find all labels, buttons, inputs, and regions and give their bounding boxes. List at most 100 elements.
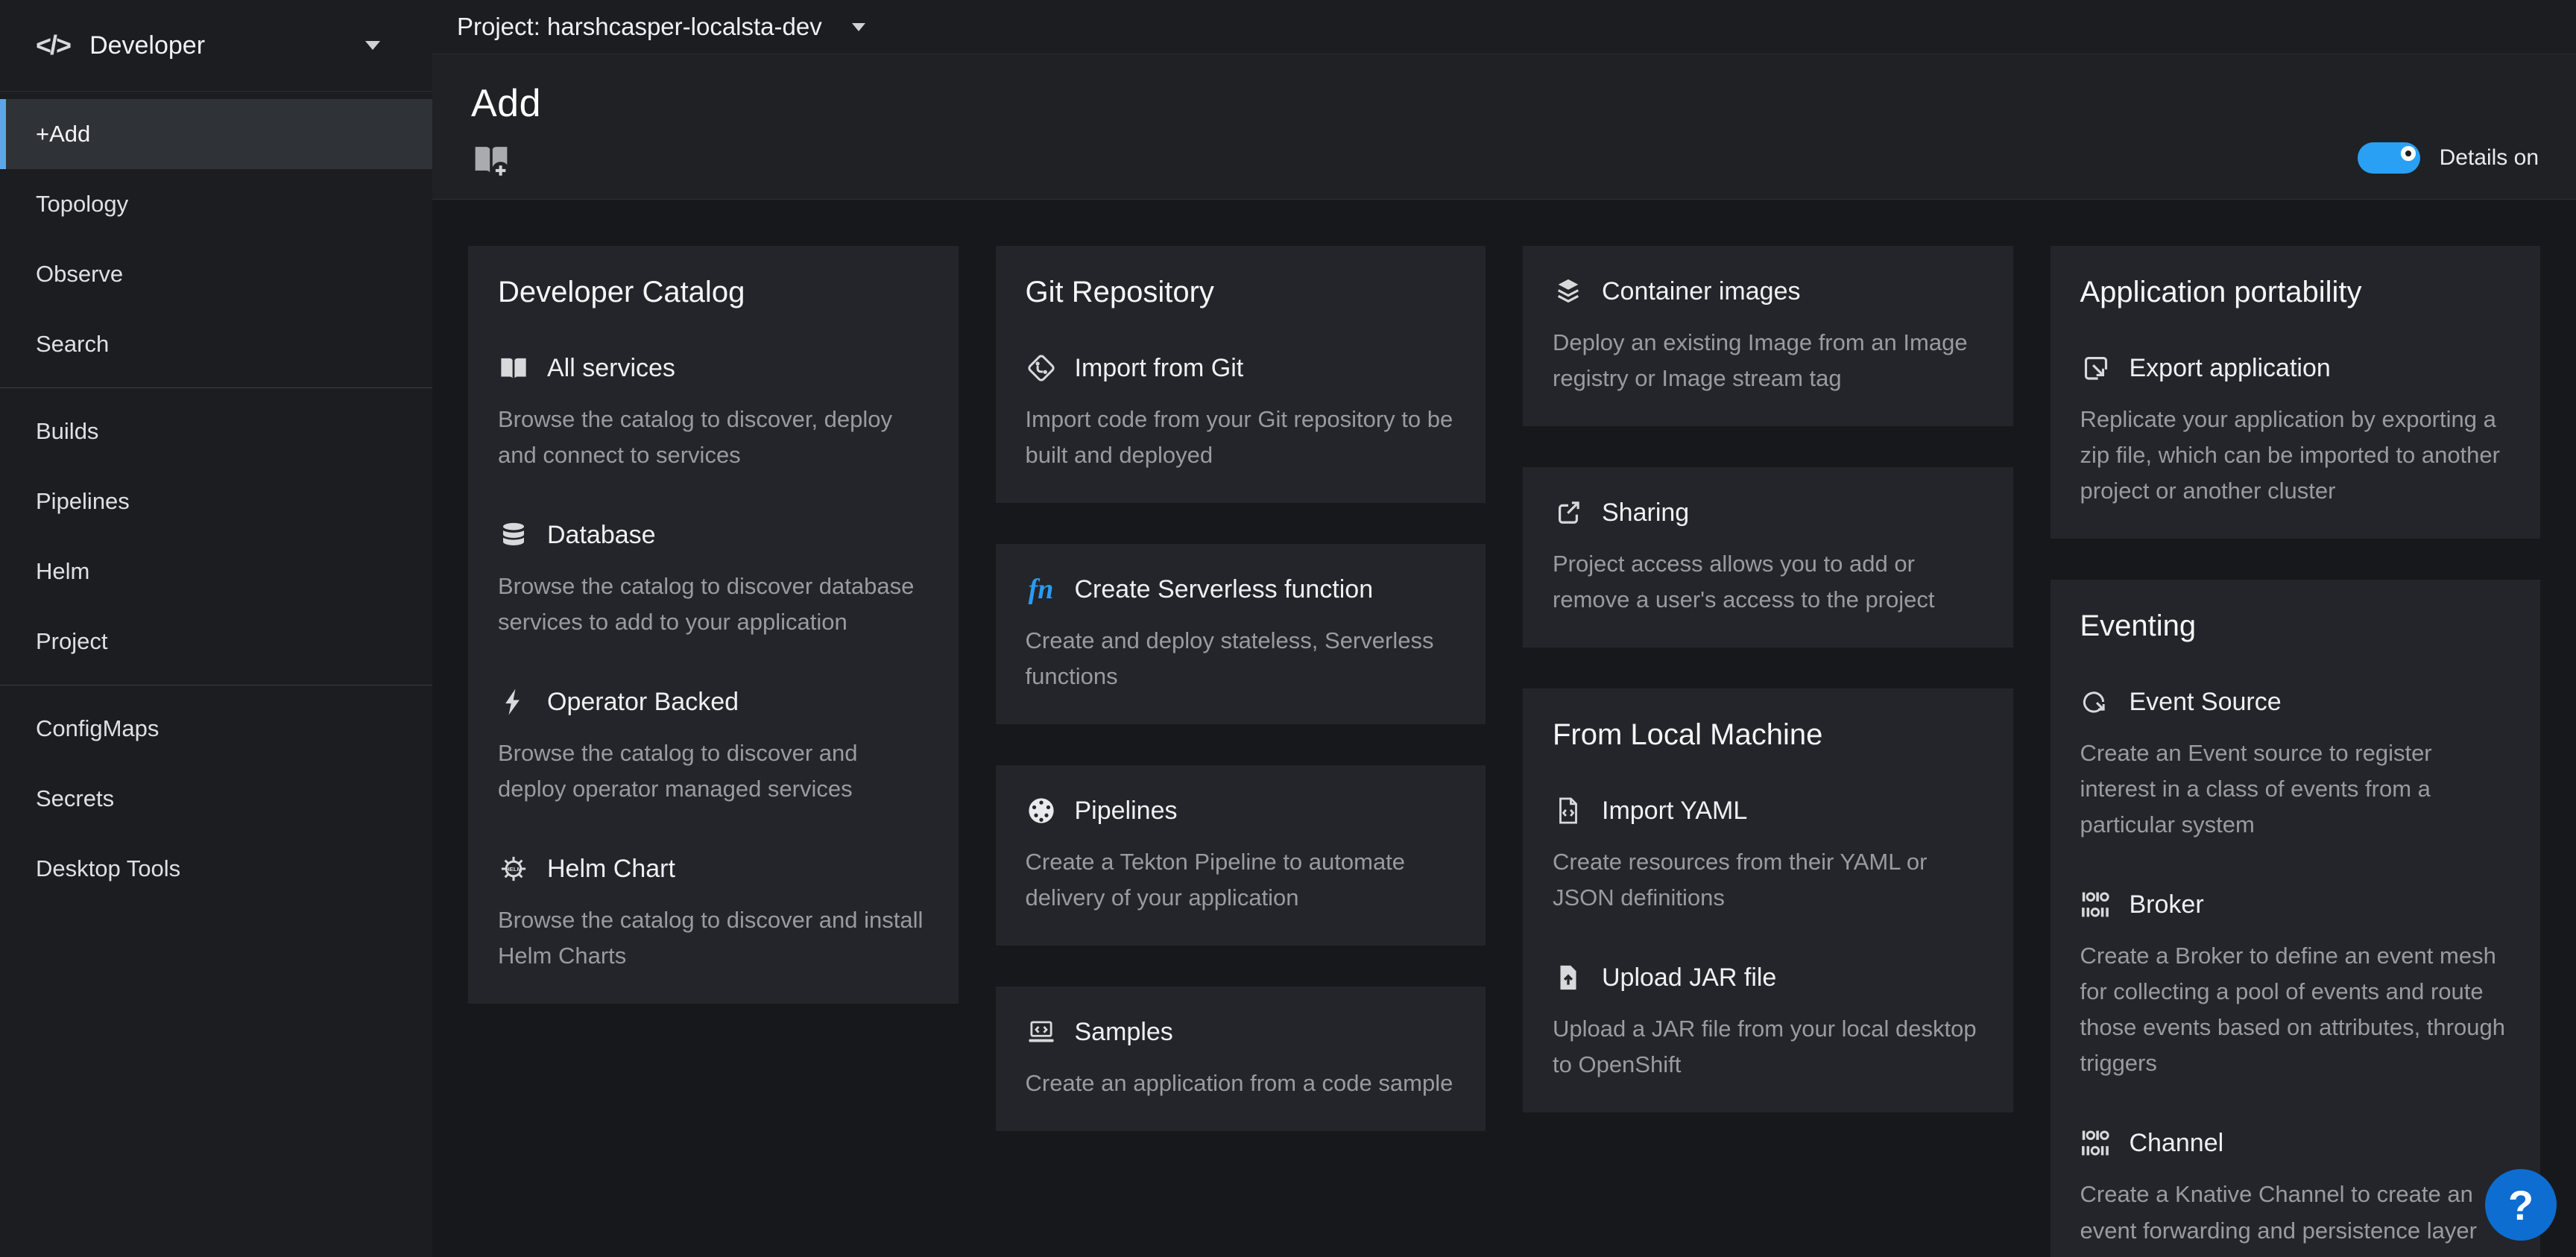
item-operator-backed[interactable]: Operator Backed Browse the catalog to di… bbox=[498, 686, 929, 807]
card-title: Application portability bbox=[2080, 276, 2511, 309]
sidebar: </> Developer +Add Topology Observe Sear… bbox=[0, 0, 432, 1257]
card-application-portability: Application portability Export applicati… bbox=[2051, 246, 2541, 539]
card-title: Developer Catalog bbox=[498, 276, 929, 309]
import-yaml-icon bbox=[1553, 795, 1584, 826]
item-description: Create a Tekton Pipeline to automate del… bbox=[1026, 844, 1456, 916]
help-button[interactable]: ? bbox=[2485, 1169, 2557, 1241]
sidebar-item-label: Secrets bbox=[36, 785, 114, 812]
item-event-source[interactable]: Event Source Create an Event source to r… bbox=[2080, 686, 2511, 843]
item-title: Import from Git bbox=[1075, 354, 1244, 383]
item-description: Browse the catalog to discover, deploy a… bbox=[498, 402, 929, 473]
details-toggle-label: Details on bbox=[2440, 145, 2539, 171]
item-sharing[interactable]: Sharing Project access allows you to add… bbox=[1553, 497, 1983, 618]
add-card-grid: Developer Catalog All services Browse th… bbox=[432, 200, 2576, 1257]
item-description: Import code from your Git repository to … bbox=[1026, 402, 1456, 473]
item-title: Upload JAR file bbox=[1602, 963, 1776, 992]
item-export-application[interactable]: Export application Replicate your applic… bbox=[2080, 352, 2511, 509]
bolt-icon bbox=[498, 686, 529, 718]
grid-column: Developer Catalog All services Browse th… bbox=[468, 246, 959, 1004]
card-title: Eventing bbox=[2080, 609, 2511, 643]
item-title: Broker bbox=[2130, 890, 2204, 919]
perspective-label: Developer bbox=[89, 31, 205, 60]
item-channel[interactable]: Channel Create a Knative Channel to crea… bbox=[2080, 1127, 2511, 1257]
item-database[interactable]: Database Browse the catalog to discover … bbox=[498, 519, 929, 640]
details-toggle-switch[interactable] bbox=[2358, 142, 2420, 174]
sidebar-item-label: Observe bbox=[36, 261, 123, 288]
chevron-down-icon bbox=[852, 23, 865, 31]
item-description: Create an application from a code sample bbox=[1026, 1066, 1456, 1101]
item-description: Browse the catalog to discover and deplo… bbox=[498, 735, 929, 807]
help-question-mark: ? bbox=[2508, 1181, 2534, 1229]
grid-column: Application portability Export applicati… bbox=[2051, 246, 2541, 1257]
item-all-services[interactable]: All services Browse the catalog to disco… bbox=[498, 352, 929, 473]
item-title: Sharing bbox=[1602, 498, 1689, 528]
item-broker[interactable]: Broker Create a Broker to define an even… bbox=[2080, 889, 2511, 1081]
main-area: Project: harshcasper-localsta-dev Add De… bbox=[432, 0, 2576, 1257]
card-git-repository: Git Repository Import from Git bbox=[996, 246, 1486, 503]
item-container-images[interactable]: Container images Deploy an existing Imag… bbox=[1553, 276, 1983, 396]
sidebar-item-label: Pipelines bbox=[36, 488, 130, 515]
card-sharing: Sharing Project access allows you to add… bbox=[1523, 467, 2013, 648]
book-open-icon bbox=[498, 352, 529, 384]
nav-divider bbox=[0, 685, 432, 686]
sidebar-item-desktop-tools[interactable]: Desktop Tools bbox=[0, 834, 432, 904]
toggle-knob bbox=[2401, 146, 2416, 161]
card-eventing: Eventing Event Source Create an Event so… bbox=[2051, 580, 2541, 1257]
container-images-icon bbox=[1553, 276, 1584, 307]
sidebar-item-configmaps[interactable]: ConfigMaps bbox=[0, 694, 432, 764]
item-title: Import YAML bbox=[1602, 797, 1747, 826]
upload-jar-icon bbox=[1553, 962, 1584, 993]
item-pipelines[interactable]: Pipelines Create a Tekton Pipeline to au… bbox=[1026, 795, 1456, 916]
grid-column: Container images Deploy an existing Imag… bbox=[1523, 246, 2013, 1112]
item-title: Samples bbox=[1075, 1018, 1173, 1047]
item-helm-chart[interactable]: HELM Helm Chart Browse the catalog to di… bbox=[498, 853, 929, 974]
item-title: Helm Chart bbox=[547, 855, 675, 884]
project-label: Project: harshcasper-localsta-dev bbox=[457, 13, 822, 41]
item-samples[interactable]: Samples Create an application from a cod… bbox=[1026, 1016, 1456, 1101]
sidebar-item-label: ConfigMaps bbox=[36, 715, 159, 742]
sidebar-item-label: Helm bbox=[36, 558, 89, 585]
item-import-yaml[interactable]: Import YAML Create resources from their … bbox=[1553, 795, 1983, 916]
card-title: From Local Machine bbox=[1553, 718, 1983, 752]
sidebar-item-secrets[interactable]: Secrets bbox=[0, 764, 432, 834]
sidebar-item-project[interactable]: Project bbox=[0, 607, 432, 677]
perspective-switcher[interactable]: </> Developer bbox=[0, 0, 432, 92]
item-title: Channel bbox=[2130, 1129, 2224, 1158]
item-create-serverless-function[interactable]: fn Create Serverless function Create and… bbox=[1026, 574, 1456, 694]
sidebar-item-builds[interactable]: Builds bbox=[0, 396, 432, 466]
quickstart-book-plus-icon[interactable] bbox=[471, 139, 511, 177]
item-description: Upload a JAR file from your local deskto… bbox=[1553, 1011, 1983, 1083]
item-description: Project access allows you to add or remo… bbox=[1553, 546, 1983, 618]
card-container-images: Container images Deploy an existing Imag… bbox=[1523, 246, 2013, 426]
chevron-down-icon bbox=[365, 41, 380, 50]
sidebar-item-pipelines[interactable]: Pipelines bbox=[0, 466, 432, 536]
card-serverless-function: fn Create Serverless function Create and… bbox=[996, 544, 1486, 724]
event-source-icon bbox=[2080, 686, 2112, 718]
item-title: Export application bbox=[2130, 354, 2331, 383]
item-upload-jar-file[interactable]: Upload JAR file Upload a JAR file from y… bbox=[1553, 962, 1983, 1083]
item-description: Browse the catalog to discover and insta… bbox=[498, 902, 929, 974]
sidebar-nav: +Add Topology Observe Search Builds Pipe… bbox=[0, 92, 432, 904]
card-developer-catalog: Developer Catalog All services Browse th… bbox=[468, 246, 959, 1004]
sidebar-item-add[interactable]: +Add bbox=[0, 99, 432, 169]
code-brackets-icon: </> bbox=[36, 30, 70, 61]
item-description: Create an Event source to register inter… bbox=[2080, 735, 2511, 843]
share-icon bbox=[1553, 497, 1584, 528]
pipelines-tekton-icon bbox=[1026, 795, 1057, 826]
grid-column: Git Repository Import from Git bbox=[996, 246, 1486, 1131]
sidebar-item-observe[interactable]: Observe bbox=[0, 239, 432, 309]
item-title: Database bbox=[547, 521, 656, 550]
item-title: Operator Backed bbox=[547, 688, 739, 717]
item-description: Create a Knative Channel to create an ev… bbox=[2080, 1177, 2511, 1257]
item-description: Create a Broker to define an event mesh … bbox=[2080, 938, 2511, 1081]
item-description: Create and deploy stateless, Serverless … bbox=[1026, 623, 1456, 694]
card-title: Git Repository bbox=[1026, 276, 1456, 309]
sidebar-item-topology[interactable]: Topology bbox=[0, 169, 432, 239]
item-import-from-git[interactable]: Import from Git Import code from your Gi… bbox=[1026, 352, 1456, 473]
sidebar-item-label: Topology bbox=[36, 191, 128, 218]
project-selector[interactable]: Project: harshcasper-localsta-dev bbox=[457, 13, 865, 41]
sidebar-item-helm[interactable]: Helm bbox=[0, 536, 432, 607]
item-description: Deploy an existing Image from an Image r… bbox=[1553, 325, 1983, 396]
sidebar-item-search[interactable]: Search bbox=[0, 309, 432, 379]
export-application-icon bbox=[2080, 352, 2112, 384]
